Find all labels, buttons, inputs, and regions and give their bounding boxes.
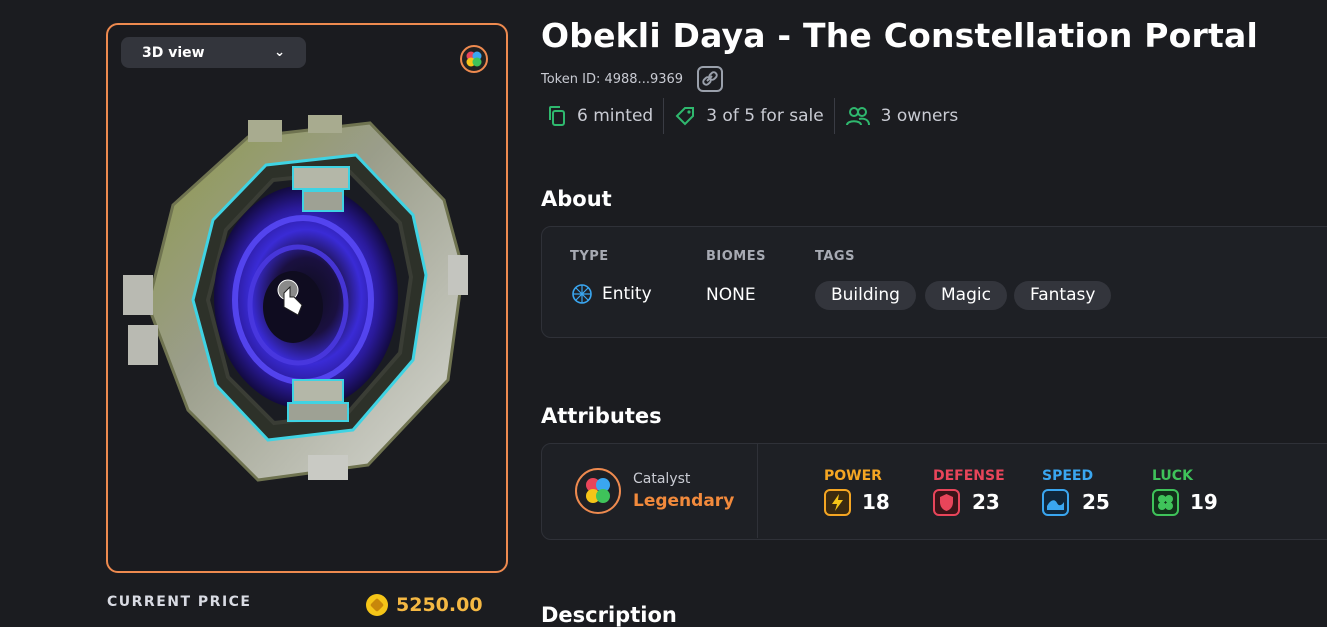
speed-label: SPEED	[1042, 468, 1094, 484]
power-label: POWER	[824, 468, 882, 484]
biomes-label: BIOMES	[706, 249, 766, 264]
catalyst-label: Catalyst	[633, 471, 691, 487]
description-heading: Description	[541, 603, 677, 627]
clover-icon	[1152, 489, 1179, 516]
defense-label: DEFENSE	[933, 468, 1005, 484]
catalyst-badge-icon	[460, 45, 488, 73]
owners-count: 3 owners	[880, 106, 959, 126]
copies-icon	[549, 106, 565, 126]
type-text: Entity	[602, 284, 652, 304]
entity-icon	[572, 284, 592, 304]
for-sale-count: 3 of 5 for sale	[706, 106, 824, 126]
token-id-row: Token ID: 4988...9369	[541, 66, 724, 92]
current-price: 5250.00	[366, 594, 483, 616]
token-id: Token ID: 4988...9369	[541, 71, 684, 87]
current-price-label: CURRENT PRICE	[107, 594, 252, 610]
minted-stat: 6 minted	[541, 98, 663, 134]
chevron-down-icon: ⌄	[274, 45, 285, 60]
minted-count: 6 minted	[577, 106, 654, 126]
tags-label: TAGS	[815, 249, 855, 264]
about-heading: About	[541, 187, 612, 211]
copy-link-icon[interactable]	[697, 66, 724, 92]
tag-chip[interactable]: Building	[815, 281, 916, 310]
luck-label: LUCK	[1152, 468, 1193, 484]
for-sale-stat: 3 of 5 for sale	[664, 98, 833, 134]
type-label: TYPE	[570, 249, 609, 264]
catalyst-value: Legendary	[633, 491, 735, 511]
luck-value: 19	[1190, 490, 1218, 514]
defense-value: 23	[972, 490, 1000, 514]
view-mode-dropdown[interactable]: 3D view ⌄	[121, 37, 306, 68]
biomes-value: NONE	[706, 285, 756, 305]
asset-viewer-card[interactable]: 3D view ⌄	[106, 23, 508, 573]
coin-icon	[366, 594, 388, 616]
type-value: Entity	[571, 283, 652, 305]
asset-stats: 6 minted 3 of 5 for sale 3 owners	[541, 98, 968, 134]
lightning-icon	[824, 489, 851, 516]
current-price-value: 5250.00	[396, 594, 483, 616]
divider	[757, 444, 758, 538]
wave-icon	[1042, 489, 1069, 516]
portal-image	[123, 115, 468, 482]
attributes-heading: Attributes	[541, 404, 662, 428]
owners-stat: 3 owners	[835, 98, 969, 134]
shield-icon	[933, 489, 960, 516]
asset-title: Obekli Daya - The Constellation Portal	[541, 16, 1258, 55]
tag-chip[interactable]: Magic	[925, 281, 1007, 310]
catalyst-icon	[575, 468, 621, 514]
tag-chip[interactable]: Fantasy	[1014, 281, 1112, 310]
users-icon	[845, 107, 870, 126]
portal-3d-render[interactable]	[108, 25, 506, 571]
power-value: 18	[862, 490, 890, 514]
price-tag-icon	[675, 107, 695, 126]
speed-value: 25	[1082, 490, 1110, 514]
view-mode-label: 3D view	[142, 44, 205, 61]
